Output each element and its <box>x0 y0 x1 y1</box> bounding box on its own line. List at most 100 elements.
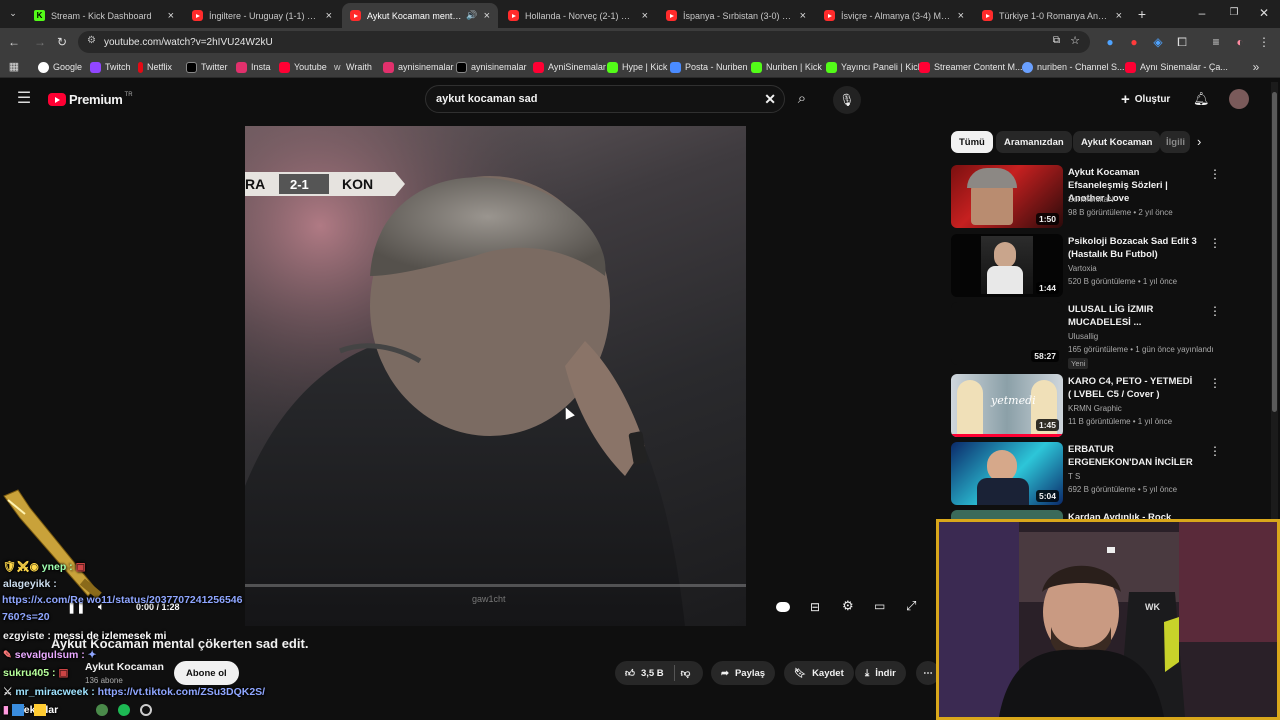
like-icon[interactable]: 👍︎ <box>625 667 635 679</box>
restore-icon[interactable]: ❐ <box>1226 5 1242 21</box>
bookmark-hype-kick[interactable]: Hype | Kick <box>607 60 667 74</box>
recommendation-channel[interactable]: Ulusallig <box>1068 332 1098 341</box>
download-button[interactable]: ⤓ İndir <box>855 661 906 685</box>
subscribe-button[interactable]: Abone ol <box>174 661 239 685</box>
recommendation-item[interactable]: 1:44 Psikoloji Bozacak Sad Edit 3 (Hasta… <box>951 234 1221 298</box>
channel-name[interactable]: Aykut Kocaman <box>85 661 164 673</box>
microphone-icon[interactable]: 🎙 <box>833 86 861 114</box>
extension-icon[interactable]: ● <box>1126 34 1142 50</box>
more-bookmarks-icon[interactable]: » <box>1248 59 1264 75</box>
forward-icon[interactable]: → <box>32 34 48 50</box>
recommendation-item[interactable]: yetmedi 1:45 KARO C4, PETO - YETMEDİ ( L… <box>951 374 1221 438</box>
chevron-right-icon[interactable]: › <box>1197 134 1201 149</box>
scrollbar-thumb[interactable] <box>1272 92 1277 412</box>
search-icon[interactable]: ⌕ <box>794 91 810 107</box>
thumbnail[interactable]: 1:44 <box>951 234 1063 297</box>
thumbnail[interactable]: 5:04 <box>951 442 1063 505</box>
recommendation-channel[interactable]: SonMohikaN <box>1068 195 1114 204</box>
avatar[interactable] <box>1229 89 1249 109</box>
recommendation-channel[interactable]: T S <box>1068 472 1080 481</box>
windows-start-icon[interactable] <box>12 704 24 716</box>
address-bar[interactable]: ⚙ youtube.com/watch?v=2hIVU24W2kU ⧉ ☆ <box>78 31 1090 53</box>
more-vertical-icon[interactable]: ⋮ <box>1209 376 1221 390</box>
more-vertical-icon[interactable]: ⋮ <box>1209 304 1221 318</box>
youtube-premium-logo[interactable]: Premium TR <box>48 92 133 107</box>
recommendation-item[interactable]: 5:04 ERBATUR ERGENEKON'DAN İNCİLER T S 6… <box>951 442 1221 506</box>
bookmark-ayni-sinemalar[interactable]: Aynı Sinemalar - Ça... <box>1125 60 1228 74</box>
clear-search-icon[interactable]: ✕ <box>764 91 776 108</box>
profile-icon[interactable]: ◐ <box>1232 34 1248 50</box>
spotify-icon[interactable] <box>118 704 130 716</box>
bookmark-star-icon[interactable]: ☆ <box>1070 34 1080 47</box>
more-vertical-icon[interactable]: ⋮ <box>1209 236 1221 250</box>
reading-list-icon[interactable]: ≡ <box>1208 34 1224 50</box>
settings-gear-icon[interactable]: ⚙ <box>842 598 854 614</box>
tab-isvicre-almanya[interactable]: İsviçre - Almanya (3-4) Maç Öz × <box>816 3 972 28</box>
hamburger-menu-icon[interactable]: ☰ <box>16 91 32 107</box>
close-icon[interactable]: × <box>642 10 648 22</box>
search-input[interactable]: aykut kocaman sad ✕ <box>425 85 785 113</box>
new-tab-icon[interactable]: + <box>1134 6 1150 22</box>
thumbnail[interactable]: 58:27 <box>951 302 1063 365</box>
back-icon[interactable]: ← <box>6 34 22 50</box>
bookmark-aynisinemalar-insta[interactable]: aynisinemalar <box>383 60 454 74</box>
bookmark-aynisinemalar-yt[interactable]: AyniSinemalar <box>533 60 606 74</box>
save-button[interactable]: 🔖︎ Kaydet <box>784 661 854 685</box>
chat-link[interactable]: https://vt.tiktok.com/ZSu3DQK2S/ <box>98 686 265 698</box>
theater-mode-icon[interactable]: ▭ <box>874 599 885 613</box>
chip-aykut-kocaman[interactable]: Aykut Kocaman <box>1073 131 1161 153</box>
bookmark-aynisinemalar-x[interactable]: aynisinemalar <box>456 60 527 74</box>
subtitles-icon[interactable]: ⊟ <box>810 600 820 614</box>
extension-icon[interactable]: ● <box>1102 34 1118 50</box>
create-button[interactable]: + Oluştur <box>1121 91 1170 108</box>
recommendation-title[interactable]: KARO C4, PETO - YETMEDİ ( LVBEL C5 / Cov… <box>1068 375 1198 401</box>
thumbnail[interactable]: yetmedi 1:45 <box>951 374 1063 437</box>
file-explorer-icon[interactable] <box>34 704 46 716</box>
video-player[interactable]: RA 2-1 KON gaw1cht <box>245 126 746 626</box>
tab-turkiye-romanya[interactable]: Türkiye 1-0 Romanya Analizi - × <box>974 3 1130 28</box>
bookmark-google[interactable]: Google <box>38 60 82 74</box>
chip-all[interactable]: Tümü <box>951 131 993 153</box>
bookmark-streamer-content[interactable]: Streamer Content M... <box>919 60 1023 74</box>
recommendation-channel[interactable]: KRMN Graphic <box>1068 404 1122 413</box>
bookmark-netflix[interactable]: Netflix <box>138 60 172 74</box>
recommendation-title[interactable]: ULUSAL LİG İZMIR MUCADELESİ ... <box>1068 303 1198 329</box>
chat-link[interactable]: 760?s=20 <box>2 611 50 623</box>
speaker-icon[interactable]: 🔊 <box>466 10 477 21</box>
tab-aykut-kocaman[interactable]: Aykut Kocaman mental çök 🔊 × <box>342 3 498 28</box>
tab-kick-dashboard[interactable]: K Stream - Kick Dashboard × <box>26 3 182 28</box>
recommendation-channel[interactable]: Vartoxia <box>1068 264 1097 273</box>
menu-kebab-icon[interactable]: ⋮ <box>1256 34 1272 50</box>
recommendation-title[interactable]: Psikoloji Bozacak Sad Edit 3 (Hastalık B… <box>1068 235 1198 261</box>
tab-search-icon[interactable]: ⌄ <box>5 5 21 21</box>
thumbnail[interactable]: 1:50 <box>951 165 1063 228</box>
close-icon[interactable]: × <box>484 10 490 22</box>
autoplay-toggle[interactable] <box>776 602 790 612</box>
window-close-icon[interactable]: ✕ <box>1256 5 1272 21</box>
bookmark-insta[interactable]: Insta <box>236 60 271 74</box>
recommendation-item[interactable]: 58:27 ULUSAL LİG İZMIR MUCADELESİ ... Ul… <box>951 302 1221 369</box>
minimize-icon[interactable]: – <box>1194 5 1210 21</box>
close-icon[interactable]: × <box>1116 10 1122 22</box>
bookmark-twitter[interactable]: Twitter <box>186 60 228 74</box>
recommendation-title[interactable]: ERBATUR ERGENEKON'DAN İNCİLER <box>1068 443 1198 469</box>
dislike-icon[interactable]: 👎︎ <box>681 667 691 679</box>
recommendation-item[interactable]: 1:50 Aykut Kocaman Efsaneleşmiş Sözleri … <box>951 165 1221 229</box>
obs-icon[interactable] <box>140 704 152 716</box>
more-vertical-icon[interactable]: ⋮ <box>1209 167 1221 181</box>
bookmark-nuriben-channel[interactable]: nuriben - Channel S... <box>1022 60 1125 74</box>
bookmark-twitch[interactable]: Twitch <box>90 60 131 74</box>
bookmark-youtube[interactable]: Youtube <box>279 60 327 74</box>
bookmark-nuriben-kick[interactable]: Nuriben | Kick <box>751 60 822 74</box>
bookmark-yayinci-paneli[interactable]: Yayıncı Paneli | Kick <box>826 60 922 74</box>
close-icon[interactable]: × <box>800 10 806 22</box>
page-scrollbar[interactable] <box>1271 82 1278 522</box>
cast-icon[interactable]: ⧉ <box>1053 35 1060 46</box>
bookmark-wraith[interactable]: w Wraith <box>334 60 372 74</box>
notifications-bell-icon[interactable]: 🔔︎ <box>1193 91 1210 107</box>
tab-ispanya-sirbistan[interactable]: İspanya - Sırbistan (3-0) Maç Ö × <box>658 3 814 28</box>
bookmark-posta[interactable]: Posta - Nuriben <box>670 60 748 74</box>
close-icon[interactable]: × <box>958 10 964 22</box>
close-icon[interactable]: × <box>326 10 332 22</box>
chip-from-search[interactable]: Aramanızdan <box>996 131 1072 153</box>
